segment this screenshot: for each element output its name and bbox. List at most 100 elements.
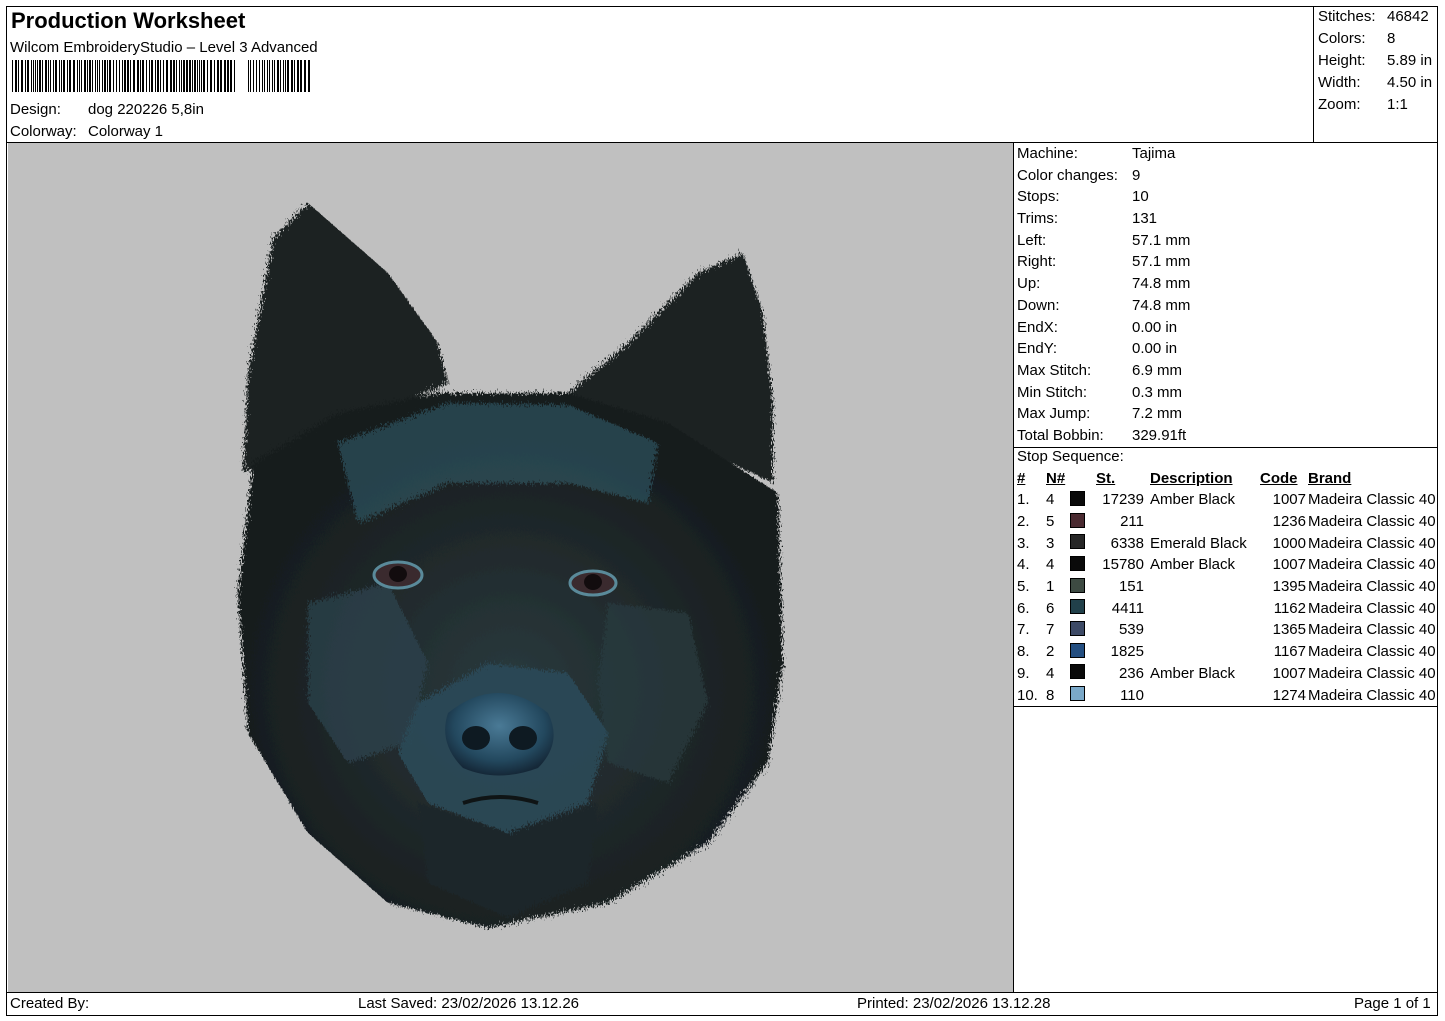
info-label: Color changes: (1017, 166, 1118, 184)
info-row: Right: 57.1 mm (1017, 252, 1190, 274)
info-row: EndX: 0.00 in (1017, 318, 1190, 340)
thread-code: 1007 (1272, 491, 1306, 509)
color-swatch (1070, 534, 1085, 550)
color-swatch (1070, 642, 1085, 658)
dog-head-group (238, 203, 783, 928)
needle-number: 3 (1046, 534, 1055, 552)
table-row: 2. 5 211 1236 Madeira Classic 40 (1014, 511, 1436, 533)
stitch-count: 6338 (1110, 534, 1144, 552)
info-row: Total Bobbin: 329.91ft (1017, 426, 1190, 448)
col-description-header: Description (1150, 470, 1233, 487)
color-swatch-cell (1070, 663, 1096, 685)
thread-description: Amber Black (1150, 664, 1236, 682)
thread-code: 1274 (1272, 686, 1306, 704)
thread-description (1150, 684, 1260, 706)
design-value: dog 220226 5,8in (88, 101, 204, 118)
color-swatch (1070, 490, 1085, 506)
table-row: 1. 4 17239 Amber Black 1007 Madeira Classic 4… (1014, 489, 1436, 511)
thread-description: Emerald Black (1150, 534, 1247, 552)
col-brand-header: Brand (1308, 470, 1352, 487)
thread-code: 1236 (1272, 513, 1306, 531)
needle-number: 4 (1046, 491, 1055, 509)
row-index: 9. (1017, 664, 1030, 682)
summary-block: Stitches: 46842 Colors: 8 Height: 5.89 in W… (1318, 7, 1432, 117)
thread-code: 1007 (1272, 556, 1306, 574)
summary-divider (1313, 6, 1314, 143)
info-value: 57.1 mm (1132, 253, 1191, 271)
colorway-value: Colorway 1 (88, 123, 164, 140)
info-value: 0.00 in (1132, 318, 1178, 336)
embroidery-dog-image (238, 203, 783, 928)
thread-description: Amber Black (1150, 491, 1236, 509)
stitch-count: 236 (1118, 664, 1144, 682)
thread-code: 1395 (1272, 578, 1306, 596)
stitch-count: 151 (1118, 578, 1144, 596)
summary-value: 1:1 (1387, 96, 1408, 113)
stitch-count: 15780 (1102, 556, 1144, 574)
needle-number: 1 (1046, 578, 1055, 596)
summary-label: Colors: (1318, 30, 1366, 47)
thread-brand: Madeira Classic 40 (1308, 491, 1436, 509)
created-by: Created By: (10, 995, 90, 1012)
design-preview (8, 143, 1013, 992)
summary-label: Zoom: (1318, 96, 1361, 113)
table-row: 4. 4 15780 Amber Black 1007 Madeira Classic 4… (1014, 554, 1436, 576)
info-row: Max Jump: 7.2 mm (1017, 404, 1190, 426)
row-index: 5. (1017, 578, 1030, 596)
info-value: 57.1 mm (1132, 231, 1191, 249)
machine-info: Machine: Tajima Color changes: 9 Stops: 10 Tri… (1017, 144, 1190, 448)
info-label: Right: (1017, 253, 1057, 271)
thread-brand: Madeira Classic 40 (1308, 534, 1436, 552)
info-row: Up: 74.8 mm (1017, 274, 1190, 296)
row-index: 2. (1017, 513, 1030, 531)
info-row: Max Stitch: 6.9 mm (1017, 361, 1190, 383)
info-row: Down: 74.8 mm (1017, 296, 1190, 318)
info-row: Trims: 131 (1017, 209, 1190, 231)
table-row: 10. 8 110 1274 Madeira Classic 40 (1014, 684, 1436, 706)
thread-brand: Madeira Classic 40 (1308, 578, 1436, 596)
thread-brand: Madeira Classic 40 (1308, 599, 1436, 617)
info-value: 7.2 mm (1132, 405, 1183, 423)
right-nostril (509, 726, 537, 750)
colorway-row: Colorway: Colorway 1 (10, 123, 163, 140)
color-swatch-cell (1070, 619, 1096, 641)
thread-description (1150, 597, 1260, 619)
table-header-row: # N# St. Description Code Brand (1014, 468, 1436, 489)
summary-row: Colors: 8 (1318, 29, 1432, 51)
stitch-count: 1825 (1110, 643, 1144, 661)
table-row: 8. 2 1825 1167 Madeira Classic 40 (1014, 641, 1436, 663)
info-value: 9 (1132, 166, 1141, 184)
summary-row: Width: 4.50 in (1318, 73, 1432, 95)
table-row: 3. 3 6338 Emerald Black 1000 Madeira Classic … (1014, 532, 1436, 554)
color-swatch-cell (1070, 489, 1096, 511)
summary-value: 46842 (1387, 8, 1429, 25)
design-label: Design: (10, 101, 61, 118)
thread-description (1150, 641, 1260, 663)
summary-value: 4.50 in (1387, 74, 1433, 91)
row-index: 6. (1017, 599, 1030, 617)
thread-description (1150, 511, 1260, 533)
summary-value: 8 (1387, 30, 1396, 47)
info-value: 10 (1132, 188, 1149, 206)
color-swatch-cell (1070, 554, 1096, 576)
colorway-label: Colorway: (10, 123, 77, 140)
table-divider (1013, 706, 1438, 707)
info-value: 0.3 mm (1132, 383, 1183, 401)
info-label: Max Jump: (1017, 405, 1091, 423)
row-index: 1. (1017, 491, 1030, 509)
row-index: 10. (1017, 686, 1038, 704)
summary-label: Height: (1318, 52, 1366, 69)
stitch-count: 110 (1120, 686, 1144, 704)
row-index: 4. (1017, 556, 1030, 574)
info-row: Stops: 10 (1017, 187, 1190, 209)
col-index-header: # (1017, 470, 1026, 487)
color-swatch-cell (1070, 532, 1096, 554)
info-value: 74.8 mm (1132, 275, 1191, 293)
thread-code: 1162 (1273, 599, 1306, 617)
stop-sequence-title: Stop Sequence: (1017, 448, 1124, 465)
color-swatch-cell (1070, 641, 1096, 663)
table-row: 5. 1 151 1395 Madeira Classic 40 (1014, 576, 1436, 598)
needle-number: 8 (1046, 686, 1055, 704)
thread-brand: Madeira Classic 40 (1308, 621, 1436, 639)
info-label: Stops: (1017, 188, 1060, 206)
